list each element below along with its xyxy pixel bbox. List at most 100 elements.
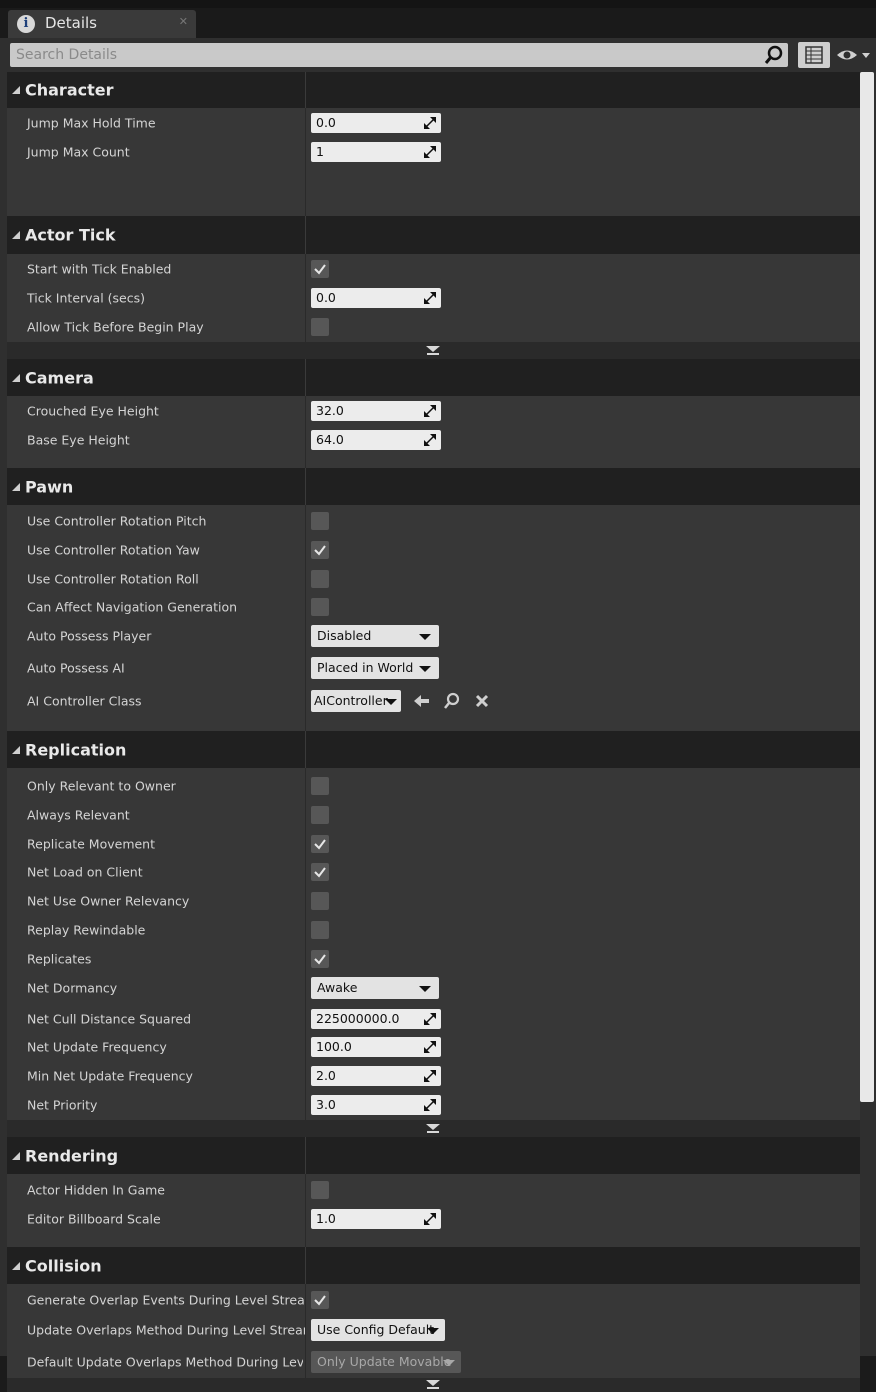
category-actor-tick[interactable]: Actor Tick bbox=[7, 216, 860, 254]
jump-max-hold-time-input[interactable]: 0.0 bbox=[311, 112, 441, 133]
property-matrix-button[interactable] bbox=[798, 42, 830, 68]
expand-advanced-icon[interactable] bbox=[426, 1380, 440, 1390]
collapse-arrow-icon[interactable] bbox=[12, 1151, 20, 1160]
spin-arrows-icon[interactable] bbox=[424, 145, 436, 158]
collapse-arrow-icon[interactable] bbox=[12, 231, 20, 239]
chevron-down-icon bbox=[427, 1328, 439, 1334]
auto-possess-player-dropdown[interactable]: Disabled bbox=[311, 625, 439, 647]
spin-arrows-icon[interactable] bbox=[424, 1098, 436, 1111]
property-row-update-overlaps-method: Update Overlaps Method During Level Stre… bbox=[7, 1314, 860, 1346]
replicates-checkbox[interactable] bbox=[311, 949, 329, 968]
clear-x-icon[interactable] bbox=[473, 692, 491, 710]
advanced-expander[interactable] bbox=[7, 1120, 860, 1137]
property-label: Use Controller Rotation Yaw bbox=[27, 542, 200, 557]
property-row-net-priority: Net Priority 3.0 bbox=[7, 1090, 860, 1119]
auto-possess-ai-dropdown[interactable]: Placed in World bbox=[311, 657, 439, 679]
check-icon bbox=[314, 263, 326, 275]
min-net-update-frequency-input[interactable]: 2.0 bbox=[311, 1065, 441, 1086]
use-selected-arrow-icon[interactable] bbox=[413, 692, 431, 710]
net-use-owner-relevancy-checkbox[interactable] bbox=[311, 891, 329, 910]
category-label: Collision bbox=[25, 1256, 102, 1275]
property-label: Replicate Movement bbox=[27, 836, 156, 851]
tick-interval-input[interactable]: 0.0 bbox=[311, 287, 441, 308]
view-options-button[interactable] bbox=[836, 45, 874, 65]
update-overlaps-method-dropdown[interactable]: Use Config Default bbox=[311, 1319, 445, 1341]
advanced-expander[interactable] bbox=[7, 342, 860, 359]
collapse-arrow-icon[interactable] bbox=[12, 1261, 20, 1270]
net-priority-input[interactable]: 3.0 bbox=[311, 1094, 441, 1115]
collapse-arrow-icon[interactable] bbox=[12, 86, 20, 94]
editor-billboard-scale-input[interactable]: 1.0 bbox=[311, 1208, 441, 1229]
ai-controller-class-dropdown[interactable]: AIController bbox=[311, 690, 401, 712]
generate-overlap-events-checkbox[interactable] bbox=[311, 1290, 329, 1309]
property-label: Jump Max Count bbox=[27, 144, 130, 159]
allow-tick-before-begin-play-checkbox[interactable] bbox=[311, 317, 329, 336]
always-relevant-checkbox[interactable] bbox=[311, 805, 329, 824]
base-eye-height-input[interactable]: 64.0 bbox=[311, 429, 441, 450]
category-replication[interactable]: Replication bbox=[7, 731, 860, 768]
search-icon[interactable] bbox=[764, 45, 784, 65]
use-controller-rotation-roll-checkbox[interactable] bbox=[311, 569, 329, 588]
tab-label: Details bbox=[45, 14, 98, 32]
spin-arrows-icon[interactable] bbox=[424, 1212, 436, 1225]
chevron-down-icon bbox=[385, 699, 397, 705]
collapse-arrow-icon[interactable] bbox=[12, 745, 20, 754]
spin-arrows-icon[interactable] bbox=[424, 404, 436, 417]
property-row-jump-max-hold-time: Jump Max Hold Time 0.0 bbox=[7, 108, 860, 137]
value-text: 1.0 bbox=[316, 1210, 336, 1226]
spin-arrows-icon[interactable] bbox=[424, 1040, 436, 1053]
property-row-replay-rewindable: Replay Rewindable bbox=[7, 915, 860, 944]
property-row-always-relevant: Always Relevant bbox=[7, 800, 860, 829]
property-row-default-update-overlaps-method: Default Update Overlaps Method During Le… bbox=[7, 1346, 860, 1377]
value-text: 1 bbox=[316, 143, 324, 159]
can-affect-navigation-generation-checkbox[interactable] bbox=[311, 597, 329, 616]
category-collision[interactable]: Collision bbox=[7, 1247, 860, 1284]
collapse-arrow-icon[interactable] bbox=[12, 373, 20, 382]
category-character[interactable]: Character bbox=[7, 72, 860, 108]
use-controller-rotation-yaw-checkbox[interactable] bbox=[311, 540, 329, 559]
property-label: Tick Interval (secs) bbox=[27, 290, 145, 305]
category-rendering[interactable]: Rendering bbox=[7, 1137, 860, 1174]
only-relevant-to-owner-checkbox[interactable] bbox=[311, 776, 329, 795]
spin-arrows-icon[interactable] bbox=[424, 433, 436, 446]
property-label: Net Use Owner Relevancy bbox=[27, 893, 190, 908]
expand-advanced-icon[interactable] bbox=[426, 1124, 440, 1134]
spin-arrows-icon[interactable] bbox=[424, 1012, 436, 1025]
net-cull-distance-squared-input[interactable]: 225000000.0 bbox=[311, 1008, 441, 1029]
category-label: Replication bbox=[25, 740, 127, 759]
search-input[interactable] bbox=[10, 43, 756, 67]
category-pawn[interactable]: Pawn bbox=[7, 468, 860, 505]
net-load-on-client-checkbox[interactable] bbox=[311, 862, 329, 881]
tab-details[interactable]: i Details ✕ bbox=[8, 10, 196, 38]
category-camera[interactable]: Camera bbox=[7, 359, 860, 396]
property-label: Update Overlaps Method During Level Stre… bbox=[27, 1322, 305, 1338]
crouched-eye-height-input[interactable]: 32.0 bbox=[311, 400, 441, 421]
start-with-tick-enabled-checkbox[interactable] bbox=[311, 259, 329, 278]
property-row-start-with-tick-enabled: Start with Tick Enabled bbox=[7, 254, 860, 283]
use-controller-rotation-pitch-checkbox[interactable] bbox=[311, 511, 329, 530]
property-row-auto-possess-ai: Auto Possess AI Placed in World bbox=[7, 652, 860, 684]
column-divider bbox=[305, 731, 306, 768]
spin-arrows-icon[interactable] bbox=[424, 116, 436, 129]
tab-close-icon[interactable]: ✕ bbox=[179, 15, 188, 28]
property-row-ai-controller-class: AI Controller Class AIController bbox=[7, 684, 860, 718]
replicate-movement-checkbox[interactable] bbox=[311, 834, 329, 853]
net-update-frequency-input[interactable]: 100.0 bbox=[311, 1036, 441, 1057]
replay-rewindable-checkbox[interactable] bbox=[311, 920, 329, 939]
actor-hidden-in-game-checkbox[interactable] bbox=[311, 1180, 329, 1199]
advanced-expander[interactable] bbox=[7, 1378, 860, 1392]
net-dormancy-dropdown[interactable]: Awake bbox=[311, 977, 439, 999]
jump-max-count-input[interactable]: 1 bbox=[311, 141, 441, 162]
check-icon bbox=[314, 544, 326, 556]
scrollbar-thumb[interactable] bbox=[860, 72, 874, 1102]
browse-search-icon[interactable] bbox=[443, 692, 461, 710]
details-content: Character Jump Max Hold Time 0.0 Jump Ma… bbox=[7, 72, 860, 1392]
category-label: Pawn bbox=[25, 477, 74, 496]
spin-arrows-icon[interactable] bbox=[424, 1069, 436, 1082]
category-label: Camera bbox=[25, 368, 94, 387]
property-label: AI Controller Class bbox=[27, 693, 142, 709]
collapse-arrow-icon[interactable] bbox=[12, 482, 20, 491]
expand-advanced-icon[interactable] bbox=[426, 346, 440, 356]
spin-arrows-icon[interactable] bbox=[424, 291, 436, 304]
check-icon bbox=[314, 866, 326, 878]
